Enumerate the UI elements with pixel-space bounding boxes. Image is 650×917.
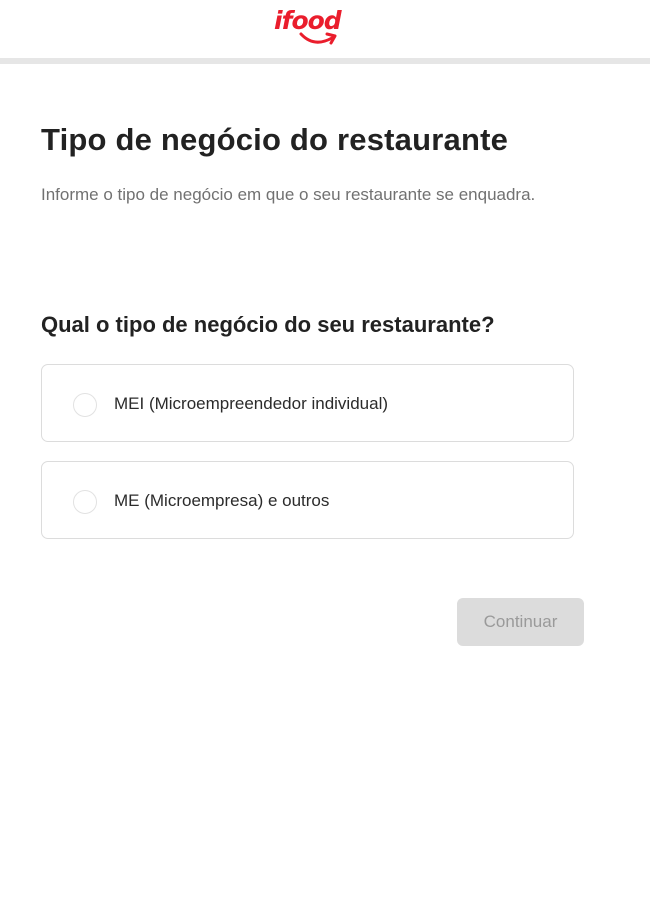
- smile-arrow-icon: [299, 32, 337, 45]
- page-title: Tipo de negócio do restaurante: [41, 122, 509, 157]
- radio-button-mei[interactable]: [73, 393, 97, 417]
- option-label-mei: MEI (Microempreendedor individual): [114, 394, 389, 413]
- option-me[interactable]: ME (Microempresa) e outros: [41, 461, 574, 539]
- question-heading: Qual o tipo de negócio do seu restaurant…: [41, 312, 495, 337]
- page-subtitle: Informe o tipo de negócio em que o seu r…: [41, 185, 536, 204]
- top-header: ifood: [0, 0, 650, 64]
- ifood-logo[interactable]: ifood: [274, 6, 344, 50]
- radio-button-me[interactable]: [73, 490, 97, 514]
- option-label-me: ME (Microempresa) e outros: [114, 491, 330, 510]
- option-mei[interactable]: MEI (Microempreendedor individual): [41, 364, 574, 442]
- continue-button[interactable]: Continuar: [457, 598, 584, 646]
